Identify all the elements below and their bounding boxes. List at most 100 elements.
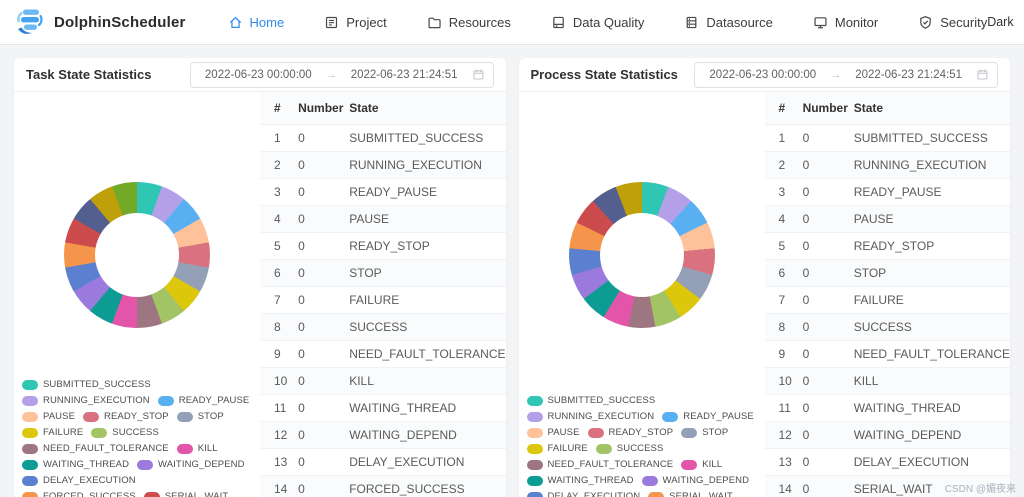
legend-item[interactable]: FAILURE — [526, 443, 588, 454]
value-cell: 9 — [260, 340, 299, 368]
legend-item[interactable]: RUNNING_EXECUTION — [22, 395, 150, 406]
panel-title: Process State Statistics — [530, 67, 678, 82]
nav-item-project[interactable]: Project — [324, 14, 387, 30]
legend-swatch — [587, 427, 604, 438]
value-cell: 0 — [298, 151, 350, 179]
legend-swatch — [662, 411, 679, 422]
legend-item[interactable]: SERIAL_WAIT — [143, 491, 229, 497]
table-row: 4 0 PAUSE — [260, 205, 506, 233]
value-cell: 7 — [260, 286, 299, 314]
legend-item[interactable]: SUCCESS — [595, 443, 664, 454]
date-range-picker[interactable]: 2022-06-23 00:00:00 → 2022-06-23 21:24:51 — [694, 61, 998, 88]
date-start-value[interactable]: 2022-06-23 00:00:00 — [199, 69, 318, 81]
nav-item-data-quality[interactable]: Data Quality — [551, 15, 644, 30]
nav-item-label: Project — [346, 14, 387, 30]
brand[interactable]: DolphinScheduler — [14, 6, 186, 38]
legend-swatch — [22, 443, 38, 454]
legend-item[interactable]: READY_PAUSE — [157, 395, 250, 406]
state-cell: SUCCESS — [349, 313, 506, 341]
legend-item[interactable]: PAUSE — [22, 411, 75, 422]
date-end-value[interactable]: 2022-06-23 21:24:51 — [849, 69, 968, 81]
legend-item[interactable]: READY_STOP — [83, 411, 169, 422]
legend-item[interactable]: READY_STOP — [587, 427, 674, 438]
table-row: 8 0 SUCCESS — [260, 313, 506, 341]
legend-item[interactable]: WAITING_THREAD — [22, 459, 129, 470]
legend-label: SUCCESS — [616, 443, 664, 454]
legend-swatch — [526, 491, 543, 497]
legend-item[interactable]: NEED_FAULT_TOLERANCE — [526, 459, 674, 470]
legend-item[interactable]: DELAY_EXECUTION — [22, 475, 136, 486]
panel-header: Process State Statistics 2022-06-23 00:00… — [518, 58, 1010, 92]
legend-item[interactable]: READY_PAUSE — [662, 411, 754, 422]
legend-item[interactable]: DELAY_EXECUTION — [526, 491, 641, 497]
table-row: 2 0 RUNNING_EXECUTION — [260, 151, 506, 179]
legend-label: READY_STOP — [608, 427, 674, 438]
value-cell: 7 — [764, 286, 803, 314]
table-row: 7 0 FAILURE — [260, 286, 506, 314]
table-row: 11 0 WAITING_THREAD — [260, 394, 506, 422]
state-table: # Number State 1 0 SUBMITTED_SUCCESS 2 0 RUNNING… — [764, 92, 1010, 497]
value-cell: 2 — [260, 151, 299, 179]
legend-item[interactable]: SUBMITTED_SUCCESS — [22, 379, 151, 390]
legend-swatch — [22, 459, 38, 470]
brand-name: DolphinScheduler — [54, 13, 186, 31]
calendar-icon[interactable] — [976, 68, 989, 81]
nav-item-label: Resources — [448, 14, 511, 30]
legend-item[interactable]: KILL — [681, 459, 722, 470]
table-header-row: # Number State — [260, 92, 506, 125]
state-donut-chart[interactable] — [64, 182, 210, 328]
legend-item[interactable]: SUBMITTED_SUCCESS — [526, 395, 656, 406]
legend-swatch — [526, 411, 543, 422]
legend-item[interactable]: STOP — [681, 427, 728, 438]
state-donut-chart[interactable] — [568, 182, 715, 328]
date-range-picker[interactable]: 2022-06-23 00:00:00 → 2022-06-23 21:24:51 — [189, 61, 494, 88]
table-row: 13 0 DELAY_EXECUTION — [260, 448, 506, 476]
legend-item[interactable]: WAITING_DEPEND — [641, 475, 750, 486]
value-cell: 0 — [802, 151, 854, 179]
nav-item-home[interactable]: Home — [228, 15, 284, 30]
nav-item-label: Datasource — [706, 14, 773, 30]
legend-item[interactable]: PAUSE — [526, 427, 580, 438]
value-cell: 11 — [260, 394, 299, 422]
legend-item[interactable]: WAITING_THREAD — [526, 475, 634, 486]
legend-swatch — [176, 443, 193, 454]
legend-item[interactable]: SUCCESS — [91, 427, 159, 438]
legend-swatch — [526, 395, 543, 406]
value-cell: 1 — [260, 124, 299, 152]
folder-icon — [427, 15, 442, 30]
legend-item[interactable]: FORCED_SUCCESS — [22, 491, 136, 497]
legend-swatch — [526, 427, 543, 438]
nav-item-resources[interactable]: Resources — [427, 15, 511, 30]
value-cell: 8 — [764, 313, 803, 341]
legend-item[interactable]: SERIAL_WAIT — [648, 491, 733, 497]
panel-title: Task State Statistics — [26, 67, 152, 82]
value-cell: 0 — [298, 124, 350, 152]
chart-column: SUBMITTED_SUCCESS RUNNING_EXECUTION READY_… — [14, 92, 260, 497]
legend-item[interactable]: KILL — [176, 443, 218, 454]
theme-toggle-button[interactable]: Dark — [987, 15, 1013, 29]
date-end-value[interactable]: 2022-06-23 21:24:51 — [345, 69, 464, 81]
date-start-value[interactable]: 2022-06-23 00:00:00 — [703, 69, 822, 81]
dashboard-main: Task State Statistics 2022-06-23 00:00:00… — [0, 45, 1024, 497]
legend-swatch — [83, 411, 100, 422]
value-cell: 11 — [764, 394, 803, 422]
nav-item-datasource[interactable]: Datasource — [684, 14, 773, 30]
legend-swatch — [22, 395, 38, 406]
table-row: 14 0 FORCED_SUCCESS — [260, 475, 506, 497]
calendar-icon[interactable] — [472, 68, 485, 81]
legend-item[interactable]: NEED_FAULT_TOLERANCE — [22, 443, 169, 454]
legend-item[interactable]: WAITING_DEPEND — [137, 459, 245, 470]
arrow-right-icon: → — [830, 68, 842, 81]
legend-item[interactable]: FAILURE — [22, 427, 83, 438]
nav-item-security[interactable]: Security — [918, 15, 987, 30]
table-row: 5 0 READY_STOP — [260, 232, 506, 260]
value-cell: 13 — [764, 448, 803, 476]
nav-item-monitor[interactable]: Monitor — [813, 15, 878, 30]
value-cell: 6 — [260, 259, 299, 287]
legend-item[interactable]: RUNNING_EXECUTION — [526, 411, 655, 422]
value-cell: 10 — [260, 367, 299, 395]
legend-label: SUCCESS — [112, 427, 159, 438]
panel-task-state: Task State Statistics 2022-06-23 00:00:00… — [14, 58, 506, 497]
legend-label: KILL — [702, 459, 723, 470]
legend-item[interactable]: STOP — [176, 411, 224, 422]
